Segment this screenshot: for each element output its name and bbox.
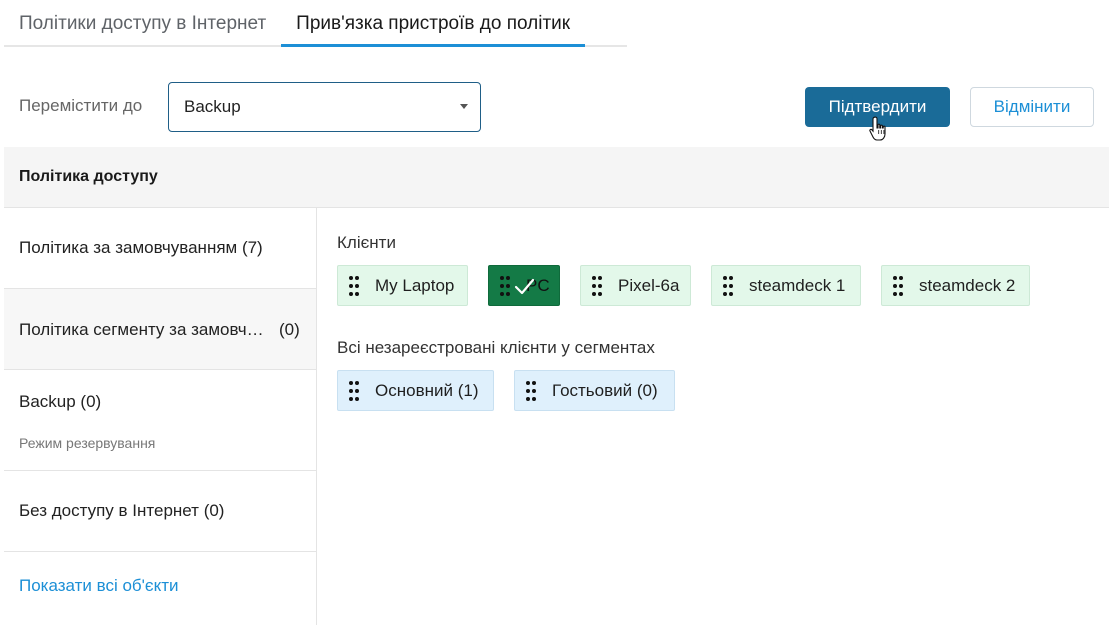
policy-item-backup[interactable]: Backup (0) Режим резервування [4,370,316,471]
policy-item-label: Політика за замовчуванням (7) [19,238,263,257]
client-chip-pixel-6a[interactable]: Pixel-6a [580,265,691,306]
policy-section-header: Політика доступу [4,147,1109,208]
policy-item-sublabel: Режим резервування [19,435,156,451]
clients-group-title: Клієнти [337,233,396,252]
segment-chip-label: Основний (1) [375,380,479,400]
checkmark-icon [514,278,535,295]
client-chip-my-laptop[interactable]: My Laptop [337,265,468,306]
segment-chip-label: Гостьовий (0) [552,380,658,400]
policy-item-label: Backup (0) [19,392,102,411]
client-chip-label: steamdeck 1 [749,275,846,295]
client-chip-steamdeck-1[interactable]: steamdeck 1 [711,265,861,306]
policy-list: Політика за замовчуванням (7) Політика с… [4,208,317,625]
policy-item-label: Без доступу в Інтернет (0) [19,501,225,520]
segment-chip-guest[interactable]: Гостьовий (0) [514,370,675,411]
policy-item-count: (0) [279,320,300,339]
show-all-objects-link[interactable]: Показати всі об'єкти [19,576,179,596]
drag-handle-icon [592,275,602,296]
segments-group-title: Всі незареєстровані клієнти у сегментах [337,338,655,357]
policy-item-default[interactable]: Політика за замовчуванням (7) [4,208,316,289]
tab-device-policy-binding[interactable]: Прив'язка пристроїв до політик [281,0,585,47]
drag-handle-icon [893,275,903,296]
cancel-button[interactable]: Відмінити [970,87,1094,127]
policy-select-value: Backup [184,97,241,116]
drag-handle-icon [723,275,733,296]
client-chip-steamdeck-2[interactable]: steamdeck 2 [881,265,1030,306]
policy-item-label: Політика сегменту за замовч… [19,320,264,339]
drag-handle-icon [349,275,359,296]
client-chip-label: My Laptop [375,275,455,295]
client-chip-pc[interactable]: PC [488,265,560,306]
client-chip-label: Pixel-6a [618,275,680,295]
move-to-label: Перемістити до [19,96,143,115]
tab-bar: Політики доступу в Інтернет Прив'язка пр… [4,0,627,47]
hand-cursor-icon [869,116,886,141]
policy-item-no-internet[interactable]: Без доступу в Інтернет (0) [4,471,316,552]
policy-select[interactable]: Backup [168,82,481,132]
tab-internet-access-policies[interactable]: Політики доступу в Інтернет [4,0,281,47]
policy-item-segment-default[interactable]: Політика сегменту за замовч… (0) [4,289,316,370]
drag-handle-icon [526,380,536,401]
client-chip-label: steamdeck 2 [919,275,1016,295]
segment-chip-main[interactable]: Основний (1) [337,370,494,411]
caret-down-icon [460,104,468,109]
drag-handle-icon [500,275,510,296]
drag-handle-icon [349,380,359,401]
